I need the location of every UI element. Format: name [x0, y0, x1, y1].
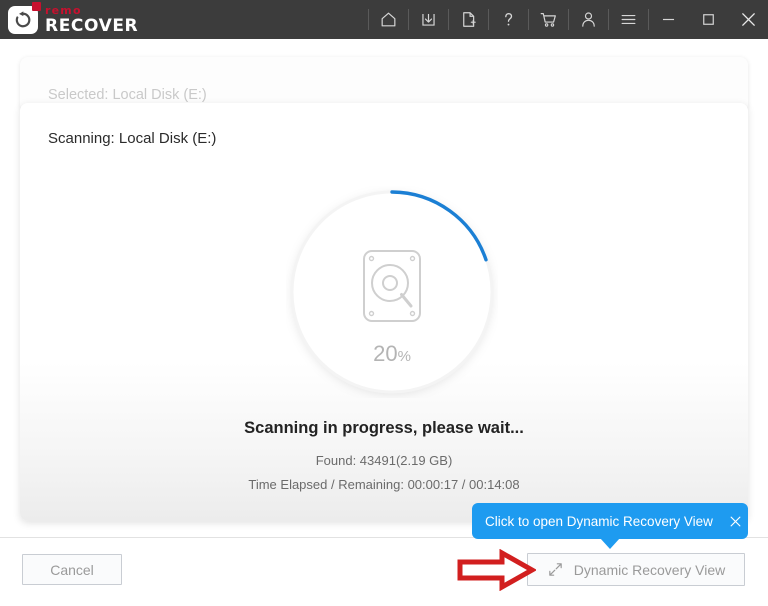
new-file-icon[interactable] — [448, 0, 488, 39]
cancel-button[interactable]: Cancel — [22, 554, 122, 585]
download-icon[interactable] — [408, 0, 448, 39]
hard-disk-search-icon — [363, 250, 421, 322]
title-bar: remo RECOVER — [0, 0, 768, 39]
scan-progress-ring: 20% — [286, 186, 498, 398]
home-icon[interactable] — [368, 0, 408, 39]
progress-percent-number: 20 — [373, 341, 398, 366]
dynamic-recovery-view-button[interactable]: Dynamic Recovery View — [527, 553, 745, 586]
scan-time-info: Time Elapsed / Remaining: 00:00:17 / 00:… — [248, 477, 520, 492]
progress-percent: 20% — [286, 341, 498, 367]
maximize-button[interactable] — [688, 0, 728, 39]
red-pointer-arrow — [457, 549, 536, 591]
expand-diagonal-icon — [548, 563, 562, 576]
progress-percent-symbol: % — [397, 348, 411, 365]
app-window: remo RECOVER Selected: Local Disk (E:) S… — [0, 0, 768, 606]
logo-text-remo: remo — [45, 3, 82, 17]
scan-status-message: Scanning in progress, please wait... — [244, 419, 524, 437]
help-icon[interactable] — [488, 0, 528, 39]
dynamic-recovery-tooltip[interactable]: Click to open Dynamic Recovery View — [472, 503, 748, 539]
tooltip-text: Click to open Dynamic Recovery View — [485, 513, 713, 529]
logo-text-recover: RECOVER — [45, 15, 139, 36]
cancel-button-label: Cancel — [50, 561, 94, 578]
scan-found-count: Found: 43491(2.19 GB) — [315, 453, 453, 468]
tooltip-tail — [600, 538, 620, 549]
recover-arrow-icon — [15, 10, 31, 27]
user-icon[interactable] — [568, 0, 608, 39]
logo-mark-icon — [8, 1, 41, 34]
logo-red-square — [32, 1, 41, 11]
app-logo: remo RECOVER — [8, 1, 139, 36]
cart-icon[interactable] — [528, 0, 568, 39]
selected-disk-label: Selected: Local Disk (E:) — [48, 87, 207, 103]
scanning-card: Scanning: Local Disk (E:) 20% Scanning i… — [20, 103, 748, 521]
scanning-disk-label: Scanning: Local Disk (E:) — [48, 130, 217, 147]
close-button[interactable] — [728, 0, 768, 39]
close-icon[interactable] — [722, 503, 748, 539]
titlebar-actions — [368, 0, 768, 39]
dynamic-recovery-view-label: Dynamic Recovery View — [573, 561, 726, 578]
menu-icon[interactable] — [608, 0, 648, 39]
minimize-button[interactable] — [648, 0, 688, 39]
